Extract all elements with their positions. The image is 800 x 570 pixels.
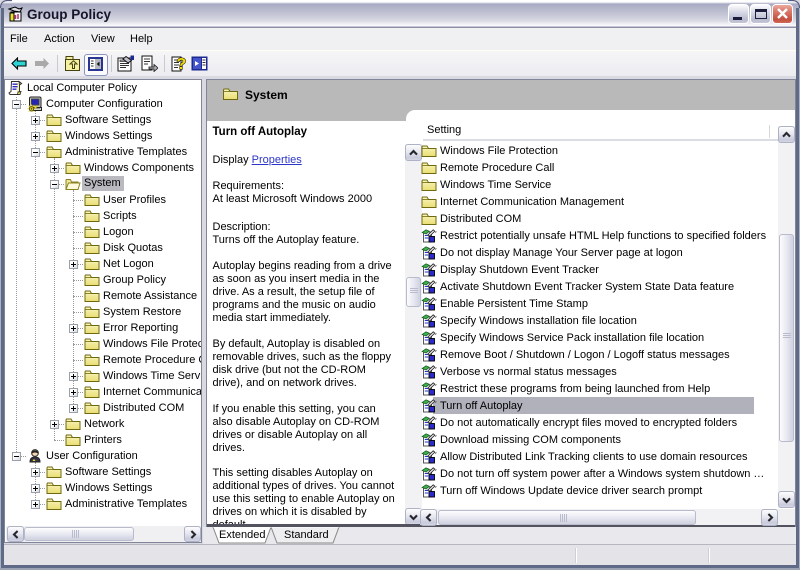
svg-text:?: ? (177, 56, 187, 73)
